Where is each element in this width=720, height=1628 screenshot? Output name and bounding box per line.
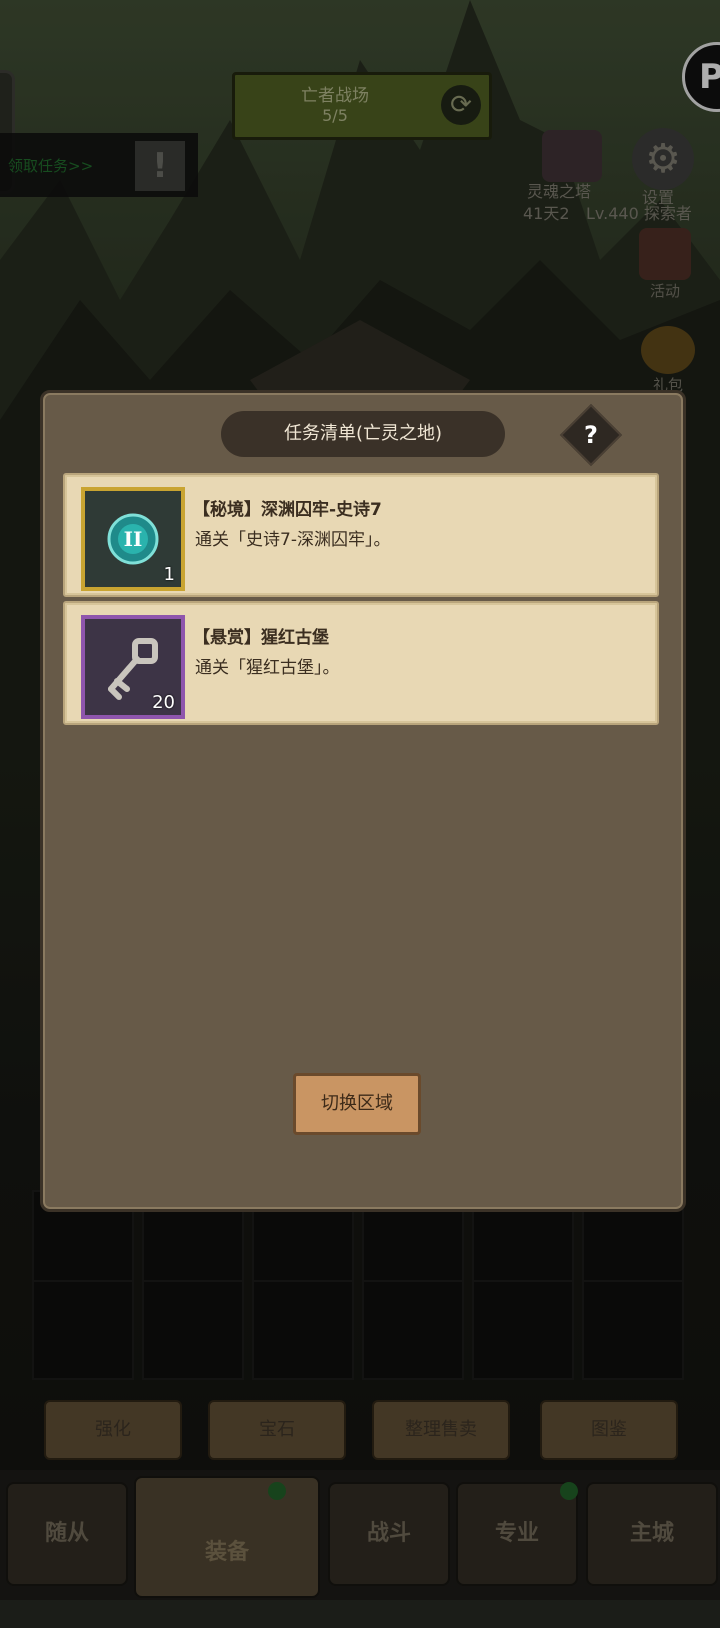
task-reward-slot: II 1 (81, 487, 185, 591)
reward-quantity: 20 (152, 692, 175, 713)
task-item[interactable]: II 1 【秘境】深渊囚牢-史诗7 通关「史诗7-深渊囚牢」。 (63, 473, 659, 597)
reward-quantity: 1 (163, 564, 175, 585)
svg-text:II: II (124, 527, 143, 551)
task-list-dialog: 任务清单(亡灵之地) ? II 1 【秘境】深渊囚牢-史诗7 通关「史诗7-深渊… (40, 390, 686, 1212)
task-title: 【悬赏】猩红古堡 (193, 628, 329, 648)
task-title: 【秘境】深渊囚牢-史诗7 (193, 500, 382, 520)
task-item[interactable]: 20 【悬赏】猩红古堡 通关「猩红古堡」。 (63, 601, 659, 725)
task-reward-slot: 20 (81, 615, 185, 719)
switch-region-button[interactable]: 切换区域 (293, 1073, 421, 1135)
dialog-title: 任务清单(亡灵之地) (221, 411, 505, 457)
task-description: 通关「史诗7-深渊囚牢」。 (195, 530, 391, 550)
task-description: 通关「猩红古堡」。 (195, 658, 340, 678)
help-icon[interactable]: ? (569, 413, 613, 457)
